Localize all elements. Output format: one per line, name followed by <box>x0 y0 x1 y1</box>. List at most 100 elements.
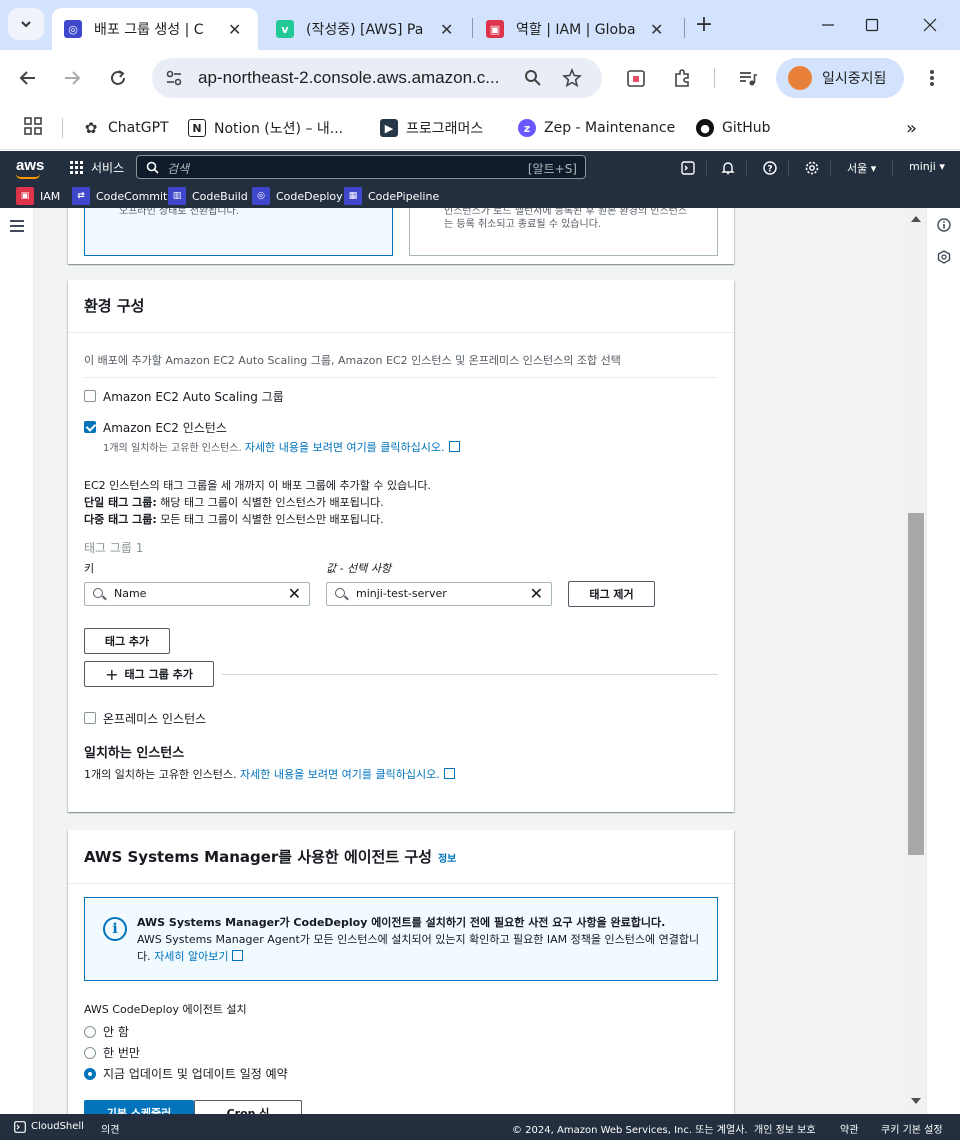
favorite-codecommit[interactable]: ⇄ CodeCommit <box>72 187 167 205</box>
clear-icon[interactable]: ✕ <box>288 585 301 603</box>
back-button[interactable] <box>12 62 44 94</box>
tag-key-input[interactable]: Name ✕ <box>84 582 310 606</box>
region-selector[interactable]: 서울 ▾ <box>847 160 876 176</box>
radio-never[interactable]: 안 함 <box>84 1023 129 1040</box>
close-tab-icon[interactable]: ✕ <box>440 20 453 39</box>
tag-value-input[interactable]: minji-test-server ✕ <box>326 582 552 606</box>
notifications-bell-icon[interactable] <box>718 158 738 178</box>
deployment-option-tile-left[interactable]: 오프라인 상태로 전환됩니다. <box>84 208 393 256</box>
ec2-checkbox[interactable] <box>84 421 96 433</box>
radio-button[interactable] <box>84 1046 96 1059</box>
remove-tag-button[interactable]: 태그 제거 <box>568 581 655 607</box>
close-icon <box>923 18 937 32</box>
help-icon[interactable]: ? <box>760 158 780 178</box>
more-menu-icon[interactable] <box>924 68 940 88</box>
feedback-link[interactable]: 의견 <box>101 1121 119 1136</box>
browser-tab-codedeploy[interactable]: ◎ 배포 그룹 생성 | C ✕ <box>52 8 258 50</box>
apps-grid-icon[interactable] <box>24 117 42 135</box>
more-bookmarks-icon[interactable]: » <box>906 114 917 142</box>
info-circle-icon[interactable] <box>937 218 951 232</box>
cookie-preferences-link[interactable]: 쿠키 기본 설정 <box>881 1121 943 1136</box>
bookmark-star-icon[interactable] <box>562 68 582 88</box>
divider <box>84 377 718 378</box>
radio-update-and-schedule[interactable]: 지금 업데이트 및 업데이트 일정 예약 <box>84 1065 288 1082</box>
scroll-up-arrow-icon[interactable] <box>911 216 921 222</box>
bookmark-chatgpt[interactable]: ✿ ChatGPT <box>82 114 169 142</box>
close-tab-icon[interactable]: ✕ <box>228 20 241 39</box>
onprem-checkbox[interactable] <box>84 712 96 724</box>
cloudshell-icon[interactable] <box>678 158 698 178</box>
info-link[interactable]: 정보 <box>438 854 456 865</box>
maximize-button[interactable] <box>852 10 892 40</box>
minimize-button[interactable] <box>808 10 848 40</box>
forward-button[interactable] <box>56 62 88 94</box>
browser-tab-velog[interactable]: v (작성중) [AWS] Pa ✕ <box>264 8 470 50</box>
aws-logo-text: aws <box>16 157 45 174</box>
profile-button[interactable]: 일시중지됨 <box>776 58 904 98</box>
favorite-codepipeline[interactable]: ▦ CodePipeline <box>344 187 439 205</box>
maximize-icon <box>865 18 879 32</box>
copyright-text: © 2024, Amazon Web Services, Inc. 또는 계열사… <box>512 1125 748 1136</box>
favorite-codebuild[interactable]: ▥ CodeBuild <box>168 187 248 205</box>
close-window-button[interactable] <box>910 10 950 40</box>
matching-details-link[interactable]: 자세한 내용을 보려면 여기를 클릭하십시오. <box>240 768 440 781</box>
scrollbar-thumb[interactable] <box>908 513 924 855</box>
new-tab-button[interactable]: + <box>690 12 718 40</box>
asg-checkbox[interactable] <box>84 390 96 402</box>
zep-icon: z <box>518 119 536 137</box>
install-agent-label: AWS CodeDeploy 에이전트 설치 <box>84 1003 247 1016</box>
ec2-checkbox-row[interactable]: Amazon EC2 인스턴스 1개의 일치하는 고유한 인스턴스. 자세한 내… <box>84 419 461 455</box>
aws-search-input[interactable]: 검색 [알트+S] <box>136 155 586 179</box>
radio-button[interactable] <box>84 1025 96 1038</box>
favorite-codedeploy[interactable]: ◎ CodeDeploy <box>252 187 343 205</box>
bookmark-programmers[interactable]: ▶ 프로그래머스 <box>380 114 483 142</box>
page-scrollbar[interactable] <box>906 208 926 1114</box>
add-tag-button[interactable]: 태그 추가 <box>84 628 170 654</box>
asg-checkbox-row[interactable]: Amazon EC2 Auto Scaling 그룹 <box>84 388 284 405</box>
terms-link[interactable]: 약관 <box>840 1121 858 1136</box>
feedback-hexagon-icon[interactable] <box>937 250 951 264</box>
url-text: ap-northeast-2.console.aws.amazon.c... <box>198 68 500 87</box>
account-menu[interactable]: minji ▾ <box>909 160 945 173</box>
radio-once[interactable]: 한 번만 <box>84 1044 140 1061</box>
browser-tab-iam[interactable]: ▣ 역할 | IAM | Globa ✕ <box>474 8 680 50</box>
checkbox-label: 온프레미스 인스턴스 <box>103 712 207 726</box>
privacy-link[interactable]: 개인 정보 보호 <box>754 1121 816 1136</box>
cloudshell-link[interactable]: CloudShell <box>31 1121 84 1132</box>
scroll-down-arrow-icon[interactable] <box>911 1098 921 1104</box>
ssm-agent-panel: AWS Systems Manager를 사용한 에이전트 구성 정보 i AWS… <box>68 830 734 1114</box>
tag-key-value: Name <box>114 587 147 600</box>
tab-search-button[interactable] <box>8 8 44 40</box>
deployment-option-tile-right[interactable]: 인스턴스가 로드 밸런서에 등록된 후 원본 환경의 인스턴스 는 등록 취소되… <box>409 208 718 256</box>
services-menu-button[interactable]: 서비스 <box>70 159 124 176</box>
media-queue-icon[interactable] <box>738 68 758 88</box>
onprem-checkbox-row[interactable]: 온프레미스 인스턴스 <box>84 710 206 727</box>
ec2-details-link[interactable]: 자세한 내용을 보려면 여기를 클릭하십시오. <box>245 441 445 454</box>
basic-scheduler-tab[interactable]: 기본 스케줄러 <box>84 1100 194 1114</box>
iam-icon: ▣ <box>16 187 34 205</box>
tile-description-line1: 인스턴스가 로드 밸런서에 등록된 후 원본 환경의 인스턴스 <box>444 208 688 217</box>
bookmark-notion[interactable]: N Notion (노션) – 내... <box>188 114 343 142</box>
cron-expression-tab[interactable]: Cron 식 <box>194 1100 302 1114</box>
bookmark-label: Notion (노션) – 내... <box>214 121 344 137</box>
radio-button-selected[interactable] <box>84 1067 96 1080</box>
profile-status: 일시중지됨 <box>822 71 887 87</box>
learn-more-link[interactable]: 자세히 알아보기 <box>154 950 228 963</box>
extensions-puzzle-icon[interactable] <box>672 68 692 88</box>
address-bar[interactable]: ap-northeast-2.console.aws.amazon.c... <box>152 58 602 98</box>
zoom-icon[interactable] <box>524 69 542 87</box>
close-tab-icon[interactable]: ✕ <box>650 20 663 39</box>
clear-icon[interactable]: ✕ <box>530 585 543 603</box>
bookmark-github[interactable]: ● GitHub <box>696 114 771 142</box>
reload-button[interactable] <box>102 62 134 94</box>
aws-logo[interactable]: aws <box>16 157 45 179</box>
github-icon: ● <box>696 119 714 137</box>
favorite-iam[interactable]: ▣ IAM <box>16 187 60 205</box>
menu-hamburger-icon[interactable] <box>10 220 24 235</box>
add-tag-group-button[interactable]: + 태그 그룹 추가 <box>84 661 214 687</box>
site-settings-icon[interactable] <box>164 68 184 88</box>
extension-app-icon[interactable] <box>626 68 646 88</box>
settings-gear-icon[interactable] <box>802 158 822 178</box>
arrow-right-icon <box>65 71 81 85</box>
bookmark-zep[interactable]: z Zep - Maintenance <box>518 114 675 142</box>
